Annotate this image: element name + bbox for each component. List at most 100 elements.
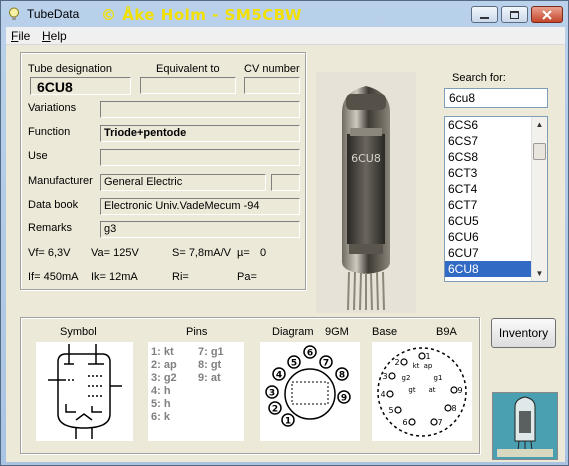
base-pin-function: g1 xyxy=(434,374,443,382)
pin-entry: 7: g1 xyxy=(198,346,224,358)
base-pin-number: 9 xyxy=(457,386,462,395)
menu-file[interactable]: File xyxy=(11,29,30,43)
base-pin-number: 4 xyxy=(380,390,385,399)
maximize-button[interactable] xyxy=(501,6,528,23)
svg-text:6CU8: 6CU8 xyxy=(351,152,381,165)
scroll-thumb[interactable] xyxy=(533,143,546,160)
diagram-pin: 1 xyxy=(281,413,295,427)
databook-field[interactable]: Electronic Univ.VadeMecum -94 xyxy=(100,198,300,215)
pin-entry: 1: kt xyxy=(151,346,174,358)
remarks-field[interactable]: g3 xyxy=(100,221,300,238)
client-area: File Help Tube designation Equivalent to… xyxy=(6,27,565,462)
search-input[interactable]: 6cu8 xyxy=(444,88,548,108)
designation-label: Tube designation xyxy=(28,63,112,75)
vf-value: Vf= 6,3V xyxy=(28,247,71,259)
pin-entry: 4: h xyxy=(151,385,171,397)
equivalent-label: Equivalent to xyxy=(156,63,220,75)
title-bar[interactable]: TubeData © Åke Holm - SM5CBW xyxy=(1,1,568,27)
pin-entry: 6: k xyxy=(151,411,170,423)
equivalent-field[interactable] xyxy=(140,77,236,94)
diagram-pin-number: 7 xyxy=(323,359,329,369)
base-pin xyxy=(394,406,402,414)
pin-entry: 5: h xyxy=(151,398,171,410)
list-scrollbar[interactable]: ▲ ▼ xyxy=(531,117,547,281)
mu-value: 0 xyxy=(260,247,267,259)
minimize-icon xyxy=(480,16,489,19)
diagram-label: Diagram xyxy=(272,326,314,338)
base-pin xyxy=(450,386,458,394)
va-value: Va= 125V xyxy=(91,247,139,259)
main-panel: Tube designation Equivalent to CV number… xyxy=(6,45,565,462)
base-pin-function: at xyxy=(428,386,435,394)
cv-number-label: CV number xyxy=(244,63,300,75)
diagram-pin: 8 xyxy=(335,367,349,381)
diagram-pin: 4 xyxy=(272,367,286,381)
base-pin-function: kt xyxy=(413,362,420,370)
logo-image xyxy=(492,392,558,460)
pin-entry: 2: ap xyxy=(151,359,177,371)
diagram-pin: 7 xyxy=(319,355,333,369)
tube-symbol xyxy=(36,342,133,441)
ri-value: Ri= xyxy=(172,271,189,283)
diagram-pin: 6 xyxy=(303,345,317,359)
diagram-pin: 2 xyxy=(268,401,282,415)
variations-label: Variations xyxy=(28,102,77,114)
function-label: Function xyxy=(28,126,71,138)
diagram-pin-number: 8 xyxy=(339,371,345,381)
variations-field[interactable] xyxy=(100,101,300,118)
connection-diagram: 12 345678 9 xyxy=(260,342,360,441)
copyright-banner: © Åke Holm - SM5CBW xyxy=(101,6,302,24)
base-pin-function: gt xyxy=(408,386,415,394)
close-icon xyxy=(542,9,552,20)
inventory-button[interactable]: Inventory xyxy=(491,318,556,348)
lightbulb-icon xyxy=(9,7,19,20)
ik-value: Ik= 12mA xyxy=(91,271,138,283)
databook-label: Data book xyxy=(28,199,79,211)
manufacturer-label: Manufacturer xyxy=(28,175,93,187)
manufacturer-extra-field[interactable] xyxy=(271,174,300,191)
base-label: Base xyxy=(372,326,398,338)
use-label: Use xyxy=(28,150,48,162)
pins-panel: 1: kt 2: ap 3: g2 4: h 5: h 6: k 7: g1 8: gt 9:… xyxy=(148,342,244,441)
mu-label: µ= xyxy=(237,247,250,259)
diagram-pin-number: 9 xyxy=(341,394,347,404)
base-pin xyxy=(386,390,394,398)
remarks-label: Remarks xyxy=(28,222,73,234)
base-pin xyxy=(408,418,416,426)
if-value: If= 450mA xyxy=(28,271,79,283)
search-label: Search for: xyxy=(452,72,506,84)
base-pin-number: 5 xyxy=(388,406,393,415)
base-code: B9A xyxy=(436,326,457,338)
designation-field[interactable]: 6CU8 xyxy=(30,77,131,95)
manufacturer-field[interactable]: General Electric xyxy=(100,174,266,191)
window-title: TubeData xyxy=(27,7,80,21)
diagram-pin-number: 3 xyxy=(269,389,275,399)
diagram-pin: 3 xyxy=(265,385,279,399)
diagram-pin: 5 xyxy=(287,355,301,369)
base-pin-function: g2 xyxy=(402,374,411,382)
diagram-pin-number: 4 xyxy=(276,371,282,381)
scroll-up-arrow-icon[interactable]: ▲ xyxy=(532,117,547,132)
cv-number-field[interactable] xyxy=(244,77,300,94)
pin-entry: 9: at xyxy=(198,372,221,384)
diagram-code: 9GM xyxy=(325,326,349,338)
tube-list[interactable]: 6CS6 6CS7 6CS8 6CT3 6CT4 6CT7 6CU5 6CU6 6CU7 6CU8… xyxy=(444,116,548,282)
use-field[interactable] xyxy=(100,149,300,166)
minimize-button[interactable] xyxy=(471,6,498,23)
maximize-icon xyxy=(510,10,519,19)
base-pin-number: 2 xyxy=(394,358,399,367)
main-window: TubeData © Åke Holm - SM5CBW File Help T… xyxy=(0,0,569,466)
pins-label: Pins xyxy=(186,326,208,338)
base-diagram: 1 2 3 4 5 6 7 8 9 kt ap g2 g1 gt at xyxy=(372,342,472,441)
menu-help[interactable]: Help xyxy=(42,29,67,43)
pin-entry: 3: g2 xyxy=(151,372,177,384)
scroll-down-arrow-icon[interactable]: ▼ xyxy=(532,266,547,281)
diagram-pin-number: 5 xyxy=(291,359,297,369)
pin-entry: 8: gt xyxy=(198,359,222,371)
base-pin xyxy=(444,404,452,412)
diagram-pin: 9 xyxy=(337,390,351,404)
close-button[interactable] xyxy=(531,6,563,23)
diagram-pin-number: 6 xyxy=(307,349,313,359)
diagram-pin-number: 2 xyxy=(272,405,278,415)
function-field[interactable]: Triode+pentode xyxy=(100,125,300,142)
